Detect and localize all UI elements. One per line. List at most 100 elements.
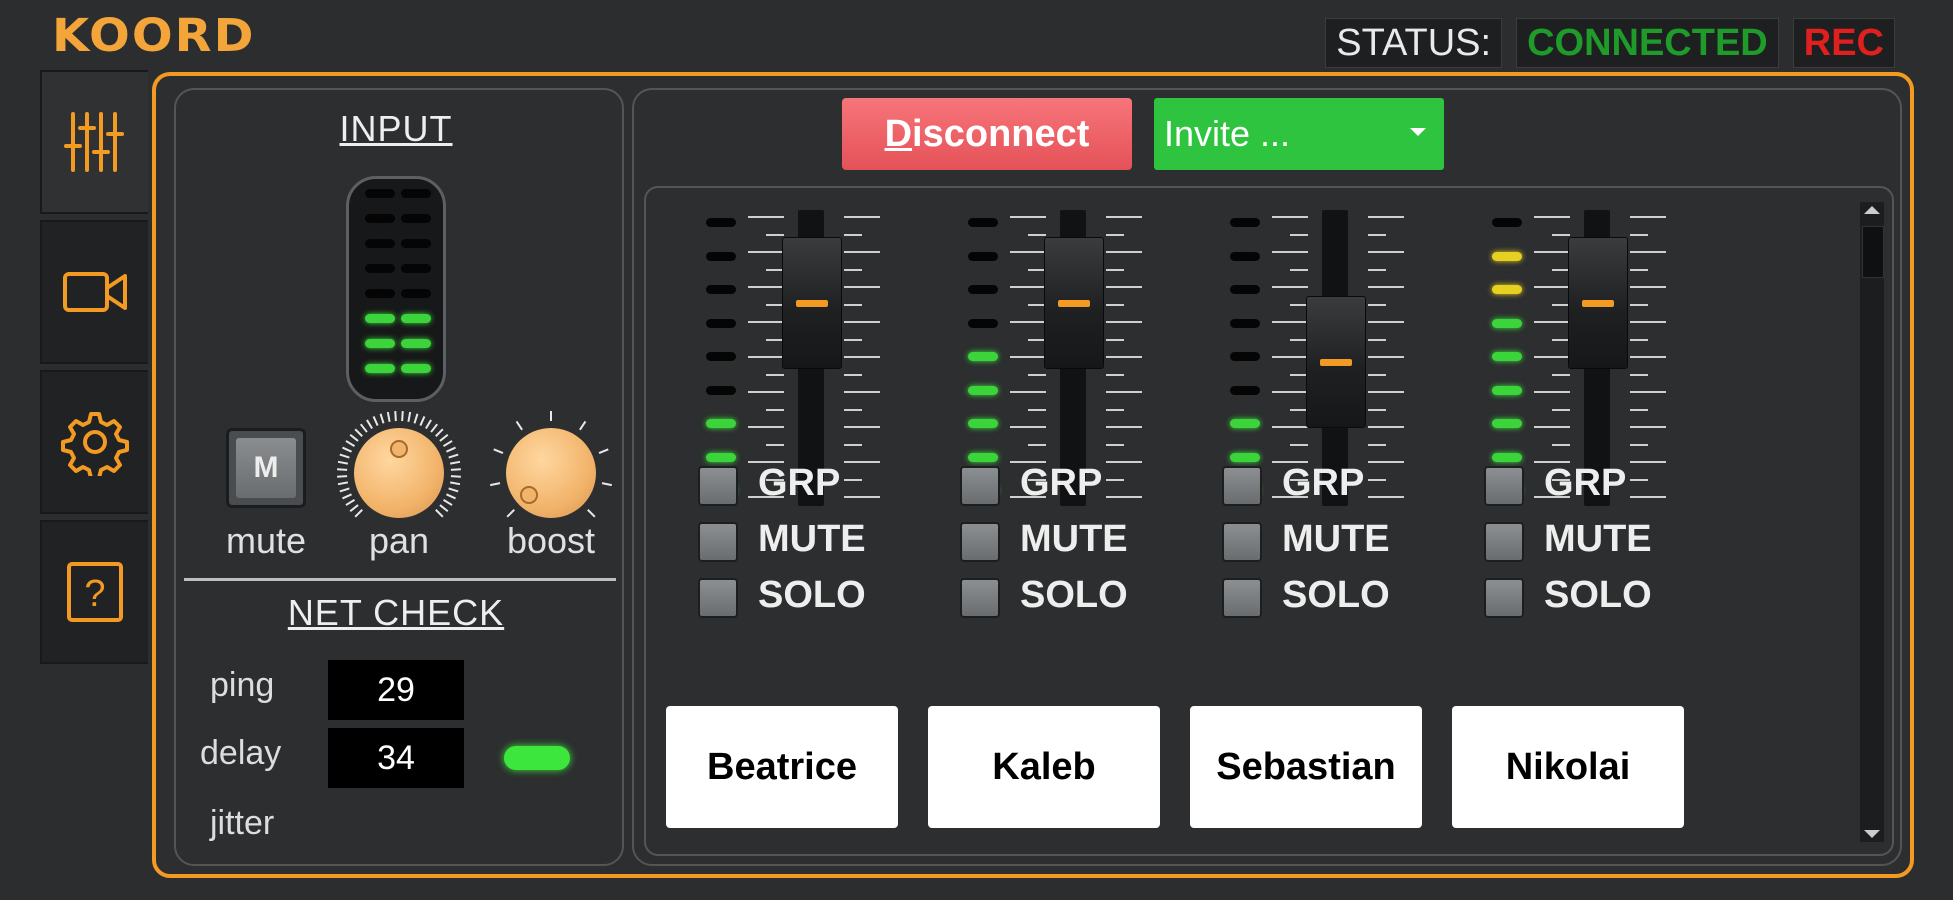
fader-indicator	[1058, 299, 1090, 307]
fader-scale-tick	[1106, 443, 1124, 446]
disconnect-button[interactable]: Disconnect	[842, 98, 1132, 170]
fader-scale-tick	[844, 268, 862, 271]
channel-meter-led	[968, 318, 998, 328]
fader-scale-tick	[1028, 408, 1046, 411]
input-mute-button[interactable]: M	[226, 428, 306, 508]
input-meter-led	[401, 264, 431, 273]
sidebar-item-video[interactable]	[40, 220, 148, 364]
channel-meter-led	[706, 385, 736, 395]
sidebar-item-mixer[interactable]	[40, 70, 148, 214]
main-frame: INPUT M mute pan boost NET CHECK ping 29…	[152, 72, 1914, 878]
channel-meter-led	[968, 285, 998, 294]
sidebar-item-help[interactable]: ?	[40, 520, 148, 664]
ping-value: 29	[328, 660, 464, 720]
fader-scale-tick	[1368, 356, 1404, 358]
fader-scale-tick	[1028, 443, 1046, 446]
channel-strip: GRP MUTE SOLO Nikolai	[1434, 188, 1684, 858]
fader-scale-tick	[748, 321, 784, 323]
grp-label: GRP	[1282, 462, 1365, 504]
channel-name[interactable]: Beatrice	[666, 706, 898, 828]
channel-meter-led	[706, 318, 736, 328]
mute-toggle[interactable]	[1222, 522, 1262, 562]
channel-meter-led	[1230, 218, 1260, 227]
grp-toggle[interactable]	[1484, 466, 1524, 506]
status-bar: STATUS: CONNECTED REC	[1325, 18, 1895, 68]
solo-toggle[interactable]	[1484, 578, 1524, 618]
svg-text:?: ?	[84, 573, 105, 615]
solo-toggle[interactable]	[960, 578, 1000, 618]
invite-dropdown[interactable]: Invite ...	[1154, 98, 1444, 170]
grp-toggle[interactable]	[698, 466, 738, 506]
scroll-down-arrow[interactable]	[1864, 830, 1880, 838]
sidebar: ?	[40, 70, 152, 670]
connection-status: CONNECTED	[1516, 18, 1779, 68]
fader-scale-tick	[1368, 268, 1386, 271]
boost-knob-body	[506, 428, 596, 518]
solo-toggle[interactable]	[698, 578, 738, 618]
rec-indicator[interactable]: REC	[1792, 18, 1895, 68]
fader-scale-tick	[1534, 286, 1570, 288]
mute-toggle[interactable]	[960, 522, 1000, 562]
volume-fader[interactable]	[782, 236, 842, 369]
fader-scale-tick	[1290, 443, 1308, 446]
channel-meter-led	[1230, 385, 1260, 395]
pan-label: pan	[368, 520, 430, 561]
channel-name[interactable]: Sebastian	[1190, 706, 1422, 828]
input-meter-led	[401, 314, 431, 323]
volume-fader[interactable]	[1568, 236, 1628, 369]
fader-scale-tick	[1368, 251, 1404, 253]
fader-scale-tick	[1630, 443, 1648, 446]
grp-toggle[interactable]	[960, 466, 1000, 506]
mute-label: MUTE	[1282, 518, 1390, 560]
input-meter-led	[365, 214, 395, 223]
channel-name[interactable]: Nikolai	[1452, 706, 1684, 828]
fader-scale-tick	[1630, 408, 1648, 411]
connection-status-value: CONNECTED	[1527, 21, 1768, 64]
input-meter-led	[401, 289, 431, 298]
fader-scale-tick	[1106, 321, 1142, 323]
fader-scale-tick	[844, 478, 862, 481]
fader-scale-tick	[1368, 233, 1386, 236]
input-meter-led	[401, 239, 431, 248]
channel-meter-led	[968, 452, 998, 462]
channel-meter-led	[1492, 285, 1522, 294]
fader-scale-tick	[1534, 426, 1570, 428]
input-panel: INPUT M mute pan boost NET CHECK ping 29…	[174, 88, 624, 866]
sidebar-item-settings[interactable]	[40, 370, 148, 514]
volume-fader[interactable]	[1306, 296, 1366, 429]
scroll-up-arrow[interactable]	[1864, 206, 1880, 214]
channel-meter-led	[1492, 318, 1522, 328]
fader-scale-tick	[1630, 251, 1666, 253]
fader-scale-tick	[1534, 216, 1570, 218]
input-meter-led	[401, 339, 431, 348]
scrollbar-thumb[interactable]	[1862, 226, 1884, 278]
fader-scale-tick	[1106, 356, 1142, 358]
volume-fader[interactable]	[1044, 236, 1104, 369]
fader-scale-tick	[1630, 356, 1666, 358]
channel-meter-led	[1492, 352, 1522, 361]
fader-scale-tick	[1106, 461, 1142, 463]
grp-toggle[interactable]	[1222, 466, 1262, 506]
mute-toggle[interactable]	[698, 522, 738, 562]
grp-label: GRP	[1544, 462, 1627, 504]
solo-label: SOLO	[1020, 574, 1128, 616]
channel-name[interactable]: Kaleb	[928, 706, 1160, 828]
fader-scale-tick	[1010, 251, 1046, 253]
solo-label: SOLO	[1544, 574, 1652, 616]
fader-scale-tick	[1630, 373, 1648, 376]
channel-meter-led	[706, 251, 736, 261]
pan-knob[interactable]	[334, 408, 464, 538]
fader-scale-tick	[1368, 426, 1404, 428]
channel-meter-led	[706, 285, 736, 294]
pan-knob-indicator	[390, 440, 408, 458]
vertical-scrollbar[interactable]	[1860, 202, 1884, 842]
mute-toggle[interactable]	[1484, 522, 1524, 562]
channel-meter-led	[706, 452, 736, 462]
solo-toggle[interactable]	[1222, 578, 1262, 618]
boost-knob[interactable]	[486, 408, 616, 538]
fader-scale-tick	[844, 338, 862, 341]
fader-scale-tick	[1368, 496, 1404, 498]
fader-scale-tick	[1368, 373, 1386, 376]
fader-scale-tick	[748, 216, 784, 218]
mixer-icon	[64, 112, 124, 172]
